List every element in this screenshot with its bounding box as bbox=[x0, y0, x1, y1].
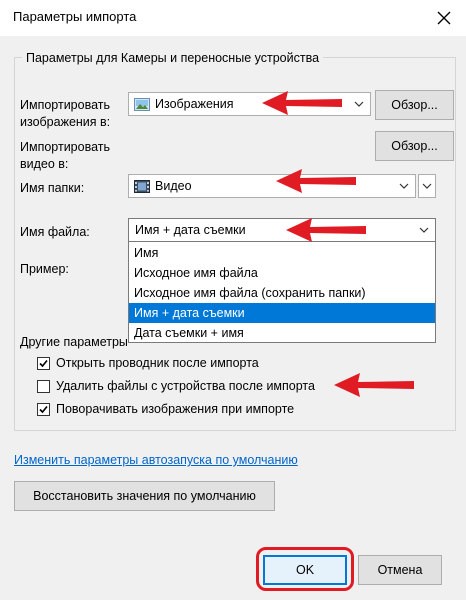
images-dest-value: Изображения bbox=[155, 97, 234, 111]
ok-highlight-annotation bbox=[256, 547, 354, 591]
folder-format-dropdown[interactable] bbox=[418, 174, 436, 198]
pictures-folder-icon bbox=[134, 98, 150, 111]
file-value: Имя + дата съемки bbox=[135, 223, 246, 237]
dropdown-option[interactable]: Дата съемки + имя bbox=[129, 323, 435, 343]
example-label: Пример: bbox=[20, 262, 69, 276]
file-combo[interactable]: Имя + дата съемки bbox=[128, 218, 436, 242]
images-browse-button[interactable]: Обзор... bbox=[375, 90, 454, 120]
group-legend: Параметры для Камеры и переносные устрой… bbox=[22, 51, 324, 65]
folder-value: Видео bbox=[155, 179, 192, 193]
chevron-down-icon bbox=[354, 101, 364, 107]
chevron-down-icon bbox=[422, 183, 432, 189]
dropdown-option-selected[interactable]: Имя + дата съемки bbox=[129, 303, 435, 323]
file-dropdown-list: Имя Исходное имя файла Исходное имя файл… bbox=[128, 241, 436, 343]
dropdown-option[interactable]: Исходное имя файла bbox=[129, 263, 435, 283]
checkmark-icon bbox=[39, 405, 48, 414]
chevron-down-icon bbox=[399, 183, 409, 189]
video-browse-button[interactable]: Обзор... bbox=[375, 131, 454, 161]
autoplay-settings-link[interactable]: Изменить параметры автозапуска по умолча… bbox=[14, 452, 298, 469]
checkbox-rotate-images-label: Поворачивать изображения при импорте bbox=[56, 402, 295, 416]
checkmark-icon bbox=[39, 359, 48, 368]
dropdown-option[interactable]: Исходное имя файла (сохранить папки) bbox=[129, 283, 435, 303]
images-dest-combo[interactable]: Изображения bbox=[128, 92, 371, 116]
checkbox-open-explorer[interactable] bbox=[37, 357, 50, 370]
video-dest-label: Импортировать видео в: bbox=[20, 140, 111, 171]
file-label: Имя файла: bbox=[20, 225, 90, 239]
video-folder-icon bbox=[134, 180, 150, 193]
restore-defaults-button[interactable]: Восстановить значения по умолчанию bbox=[14, 481, 275, 511]
folder-combo[interactable]: Видео bbox=[128, 174, 416, 198]
cancel-button[interactable]: Отмена bbox=[358, 555, 442, 585]
checkbox-rotate-images[interactable] bbox=[37, 403, 50, 416]
dropdown-option[interactable]: Имя bbox=[129, 243, 435, 263]
checkbox-delete-files-label: Удалить файлы с устройства после импорта bbox=[56, 379, 315, 393]
window-title: Параметры импорта bbox=[13, 9, 137, 24]
folder-label: Имя папки: bbox=[20, 181, 85, 195]
other-settings-label: Другие параметры bbox=[20, 335, 128, 349]
checkbox-delete-files[interactable] bbox=[37, 380, 50, 393]
close-icon[interactable] bbox=[432, 6, 456, 30]
checkbox-open-explorer-label: Открыть проводник после импорта bbox=[56, 356, 259, 370]
chevron-down-icon bbox=[419, 227, 429, 233]
images-dest-label: Импортировать изображения в: bbox=[20, 98, 111, 129]
